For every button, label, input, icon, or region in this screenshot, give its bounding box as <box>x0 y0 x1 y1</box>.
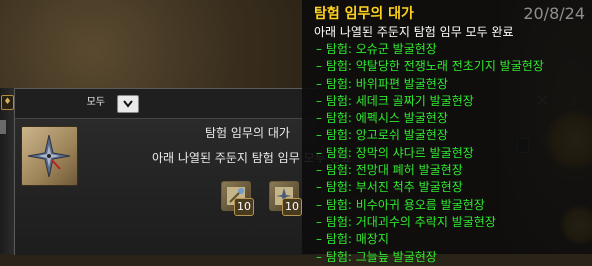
criteria-item: – 탐험: 비수아귀 용오름 발굴현장 <box>316 197 485 212</box>
achievement-shield-icon[interactable]: ♦ <box>1 95 14 110</box>
criteria-item: – 탐험: 앙고로쉬 발굴현장 <box>316 128 448 143</box>
tooltip-date: 20/8/24 <box>523 4 585 23</box>
achievement-entry[interactable]: 탐험 임무의 대가 아래 나열된 주둔지 탐험 임무 모두 완료 10 10 <box>15 119 352 255</box>
scroll-reward-icon[interactable]: 10 <box>221 181 254 216</box>
criteria-item: – 탐험: 그늘늪 발굴현장 <box>316 249 437 264</box>
side-tab[interactable] <box>0 120 6 134</box>
tooltip-title: 탐험 임무의 대가 <box>314 6 414 22</box>
tooltip-subtitle: 아래 나열된 주둔지 탐험 임무 모두 완료 <box>314 25 514 39</box>
reward-count: 10 <box>234 198 254 216</box>
criteria-item: – 탐험: 바위파편 발굴현장 <box>316 76 448 91</box>
criteria-item: – 탐험: 오슈군 발굴현장 <box>316 42 437 56</box>
criteria-list: – 탐험: 오슈군 발굴현장 – 탐험: 약탈당한 전쟁노래 전초기지 발굴현장… <box>302 41 544 266</box>
compass-reward-icon[interactable]: 10 <box>269 181 302 216</box>
criteria-item: – 탐험: 전망대 폐허 발굴현장 <box>316 163 463 178</box>
achievement-tooltip: 탐험 임무의 대가 20/8/24 아래 나열된 주둔지 탐험 임무 모두 완료… <box>302 0 592 264</box>
criteria-item: – 탐험: 부서진 척추 발굴현장 <box>316 180 463 195</box>
criteria-item: – 탐험: 거대괴수의 추락지 발굴현장 <box>316 214 496 229</box>
reward-count: 10 <box>282 198 302 216</box>
side-panel-edge <box>0 88 15 254</box>
chevron-down-icon <box>123 100 133 108</box>
criteria-item: – 탐험: 매장지 <box>316 232 389 247</box>
criteria-item: – 탐험: 약탈당한 전쟁노래 전초기지 발굴현장 <box>316 59 544 74</box>
criteria-item: – 탐험: 장막의 샤다르 발굴현장 <box>316 145 474 160</box>
achievement-title: 탐험 임무의 대가 <box>205 126 290 140</box>
map-compass-icon <box>21 126 78 186</box>
filter-dropdown[interactable] <box>117 95 139 113</box>
criteria-item: – 탐험: 에펙시스 발굴현장 <box>316 111 448 126</box>
filter-label: 모두 <box>86 97 105 108</box>
achievement-panel: 모두 탐험 임무의 대가 아래 나열된 주둔지 탐험 임무 모두 완료 10 1… <box>14 88 352 255</box>
criteria-item: – 탐험: 세데크 골짜기 발굴현장 <box>316 93 474 108</box>
